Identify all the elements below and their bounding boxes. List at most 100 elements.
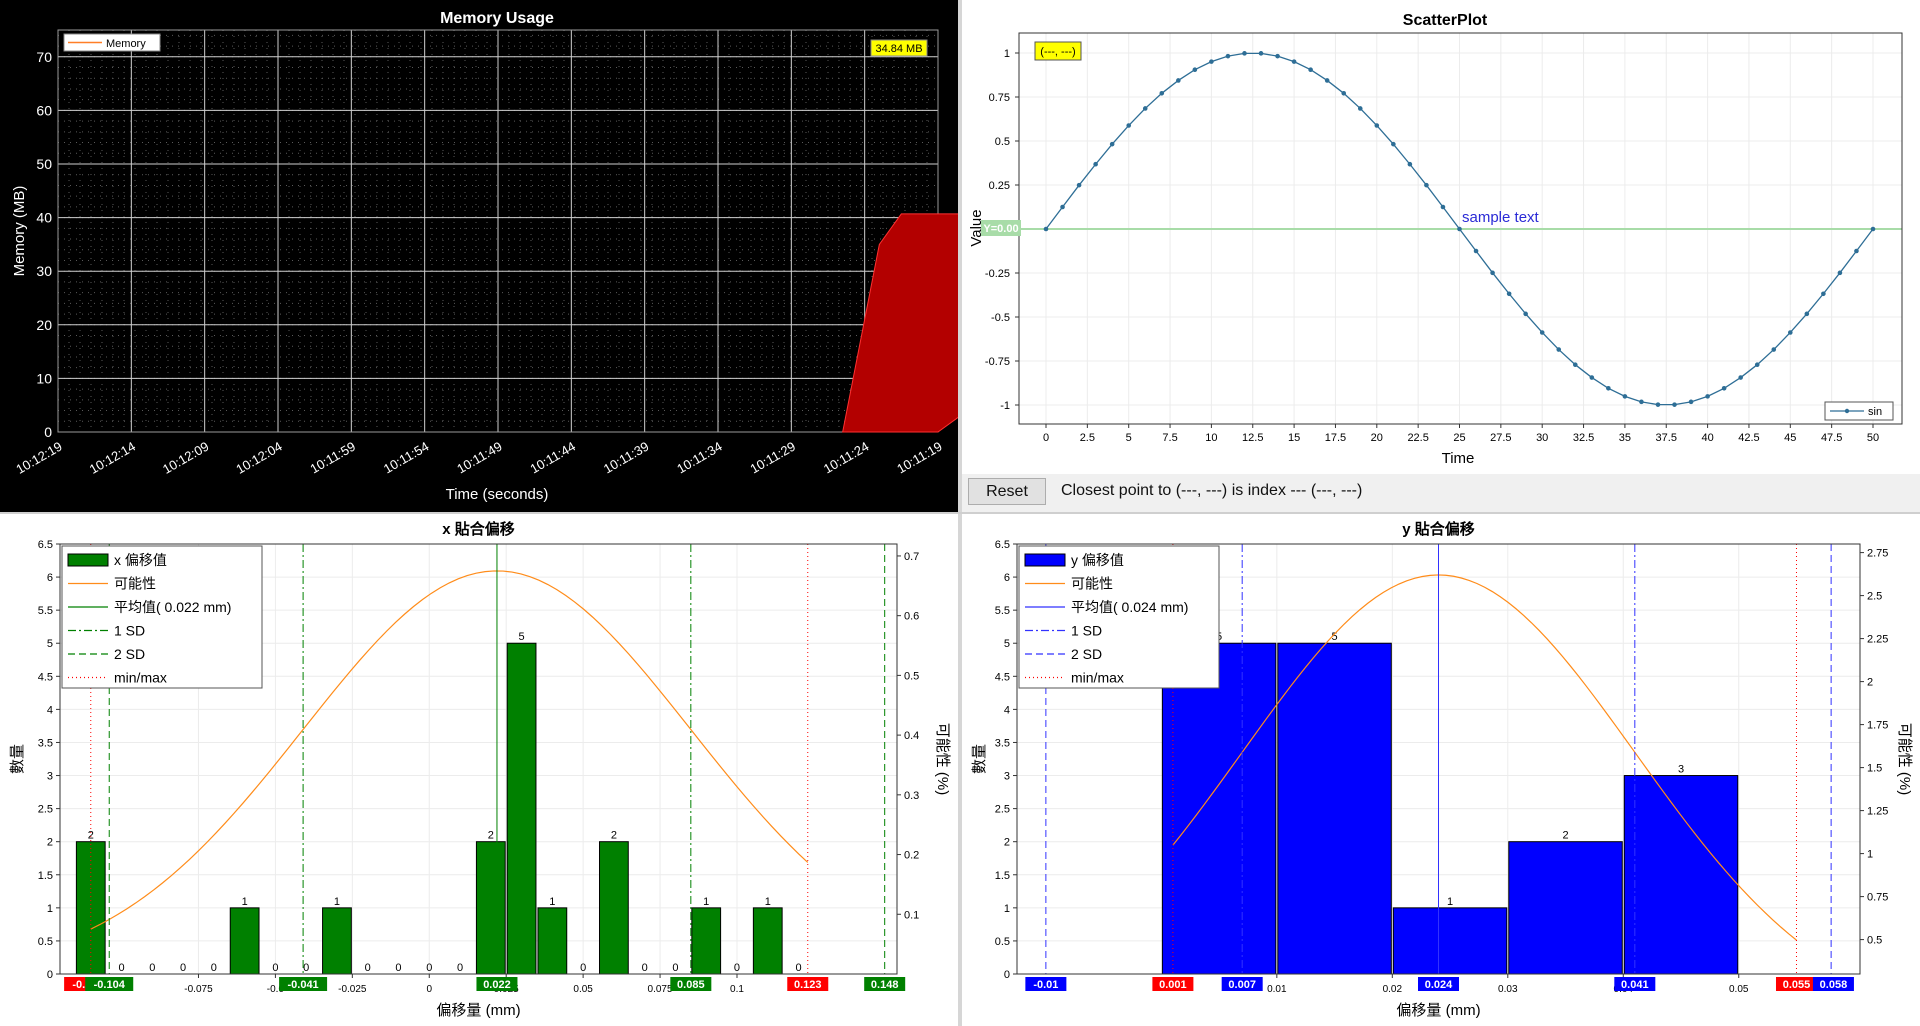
y-tick-label: 40 [36,210,52,226]
data-point[interactable] [1324,78,1330,83]
data-point[interactable] [1539,330,1545,335]
bar-count-label: 5 [1332,631,1338,643]
data-point[interactable] [1655,402,1661,407]
data-point[interactable] [1771,347,1777,352]
data-point[interactable] [1721,385,1727,391]
data-point[interactable] [1788,330,1793,335]
y-tick-label: 60 [36,102,52,118]
bar-count-label: 3 [1678,764,1684,776]
y-tick-label: 1 [1004,48,1010,60]
bar-count-label: 0 [303,962,309,974]
data-point[interactable] [1639,399,1644,405]
data-point[interactable] [1357,106,1363,111]
data-point[interactable] [1490,270,1495,276]
x-tick-label: 10:11:34 [674,439,724,477]
data-point[interactable] [1622,394,1628,399]
data-point[interactable] [1391,141,1396,147]
data-point[interactable] [1126,123,1131,128]
data-point[interactable] [1870,226,1876,232]
data-point[interactable] [1209,59,1214,64]
axis-marker-text: 0.123 [794,979,822,991]
data-point[interactable] [1424,182,1429,188]
data-point[interactable] [1705,394,1710,399]
histogram-bar [1508,841,1623,975]
y2-tick-label: 1 [1867,849,1873,861]
data-point[interactable] [1738,375,1743,380]
x-ticks: 10:12:19 10:12:14 10:12:09 10:12:04 10:11:59… [13,439,944,477]
y-zero-label-text: Y=0.00 [983,223,1018,235]
legend-label: sin [1868,406,1882,418]
y-tick-label: 3 [47,771,53,783]
bar-count-label: 0 [795,962,801,974]
legend-sd1-label: 1 SD [1071,623,1102,639]
y2-tick-label: 2.25 [1867,634,1888,646]
x-tick-label: 10:11:24 [821,439,871,477]
data-point[interactable] [1457,226,1462,232]
y-tick-label: 0.75 [989,92,1010,104]
histogram-bar [691,907,722,975]
data-point[interactable] [1225,53,1231,59]
data-point[interactable] [1804,311,1810,317]
data-point[interactable] [1821,291,1826,297]
data-point[interactable] [1407,161,1413,167]
legend: sin [1824,401,1894,421]
data-point[interactable] [1242,51,1247,56]
data-point[interactable] [1556,347,1562,352]
data-point[interactable] [1060,204,1065,210]
y2-axis-label: 可能性 (%) [934,723,951,796]
scatter-chart[interactable]: ScatterPlot 1 0.75 0.5 0.25 0 -0.25 -0.5 -0.75 -… [962,0,1920,474]
data-point[interactable] [1440,204,1446,210]
histogram-bar [1277,642,1392,975]
data-point[interactable] [1192,67,1198,73]
data-point[interactable] [1308,67,1313,73]
data-point[interactable] [1754,362,1760,367]
data-point[interactable] [1523,311,1528,317]
data-point[interactable] [1076,182,1082,188]
data-point[interactable] [1473,248,1479,254]
y-axis-label: Memory (MB) [11,186,28,277]
data-point[interactable] [1159,91,1165,96]
data-point[interactable] [1341,91,1347,96]
data-point[interactable] [1837,270,1843,276]
x-tick-label: 0.075 [648,984,673,995]
y-tick-label: 0 [44,424,52,440]
x-tick-label: -0.075 [184,984,213,995]
axis-marker-text: 0.058 [1820,979,1848,991]
y2-tick-label: 0.1 [904,909,919,921]
data-point[interactable] [1572,362,1578,367]
data-point[interactable] [1258,51,1264,56]
y-tick-label: -0.5 [991,312,1010,324]
data-point[interactable] [1176,78,1181,83]
y2-tick-label: 0.75 [1867,892,1888,904]
data-point[interactable] [1291,59,1297,64]
x-tick-label: 40 [1701,432,1713,444]
data-point[interactable] [1606,385,1611,391]
legend: x 偏移值可能性平均值( 0.022 mm) 1 SD 2 SD min/max [61,545,263,689]
x-tick-label: 10:12:14 [87,439,138,477]
grid [57,30,939,433]
y-tick-label: -1 [1000,400,1010,412]
bar-count-label: 5 [519,631,525,643]
data-point[interactable] [1043,226,1049,232]
x-tick-label: 10:11:59 [308,439,358,477]
data-point[interactable] [1688,399,1694,405]
data-point[interactable] [1506,291,1512,297]
bar-count-label: 0 [642,962,648,974]
data-point[interactable] [1589,375,1595,380]
histogram-bar [1392,907,1508,975]
data-point[interactable] [1374,123,1380,128]
data-point[interactable] [1142,106,1148,111]
data-point[interactable] [1854,248,1859,254]
x-tick-label: 32.5 [1573,432,1594,444]
histogram-bar [537,907,568,975]
memory-chart: Memory Usage 010203040506070 10:12:19 10:… [11,10,958,503]
data-point[interactable] [1672,402,1677,407]
reset-button[interactable]: Reset [968,478,1046,505]
legend: Memory [63,33,161,52]
data-point[interactable] [1275,53,1280,59]
data-point[interactable] [1109,141,1115,147]
histogram-bars: 55123 [1161,631,1739,975]
x-tick-label: 10:11:39 [601,439,651,477]
data-point[interactable] [1093,161,1098,167]
x-tick-label: 12.5 [1242,432,1263,444]
